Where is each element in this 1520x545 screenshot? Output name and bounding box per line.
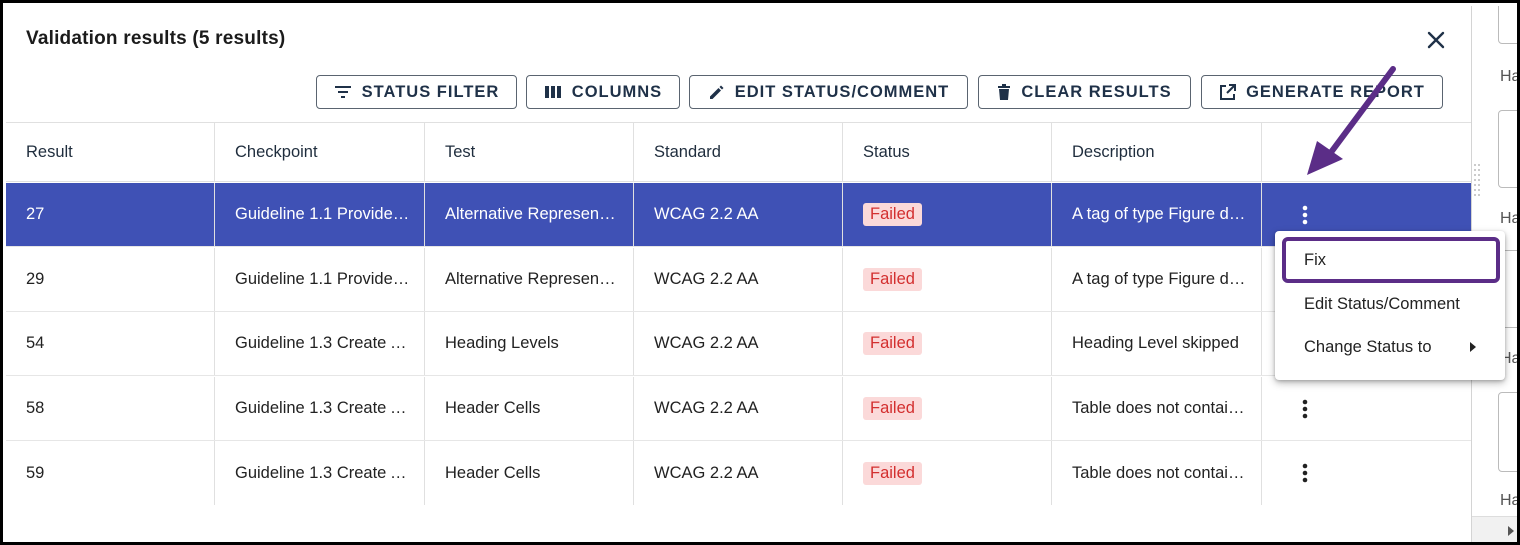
cell-standard: WCAG 2.2 AA [634,183,843,246]
trash-icon [998,83,1011,100]
filter-icon [334,86,351,98]
cell-description: Table does not contain header cells [1052,441,1262,505]
column-header-checkpoint[interactable]: Checkpoint [215,123,425,181]
row-context-menu: Fix Edit Status/Comment Change Status to [1275,231,1505,380]
menu-item-label: Edit Status/Comment [1304,294,1460,313]
column-header-actions [1262,123,1471,181]
cell-test: Header Cells [425,441,634,505]
cell-result: 54 [6,312,215,375]
panel-resize-handle[interactable] [1473,161,1481,201]
panel-field[interactable] [1498,392,1517,472]
cell-test: Header Cells [425,377,634,440]
cell-description: A tag of type Figure does not have alter… [1052,248,1262,311]
column-header-standard[interactable]: Standard [634,123,843,181]
status-filter-label: STATUS FILTER [361,82,500,101]
table-row[interactable]: 27 Guideline 1.1 Provide Text Alternativ… [6,183,1471,247]
columns-button[interactable]: COLUMNS [526,75,680,109]
screenshot-frame: Validation results (5 results) STATUS FI… [0,0,1520,545]
dialog-title: Validation results (5 results) [26,28,286,49]
more-vertical-icon [1302,463,1308,483]
clear-results-button[interactable]: CLEAR RESULTS [978,75,1191,109]
menu-item-label: Fix [1304,250,1326,269]
column-header-test[interactable]: Test [425,123,634,181]
column-header-description[interactable]: Description [1052,123,1262,181]
row-menu-button[interactable] [1290,200,1320,230]
cell-result: 27 [6,183,215,246]
cell-actions [1262,441,1471,505]
menu-item-fix[interactable]: Fix [1275,240,1505,280]
status-badge: Failed [863,461,922,485]
cell-result: 29 [6,248,215,311]
menu-item-label: Change Status to [1304,337,1432,356]
cell-actions [1262,377,1471,440]
cell-status: Failed [843,441,1052,505]
panel-field[interactable] [1498,6,1517,44]
close-icon [1427,31,1445,49]
pencil-icon [709,85,724,99]
columns-label: COLUMNS [571,82,663,101]
cell-description: A tag of type Figure does not have alter… [1052,183,1262,246]
status-badge: Failed [863,203,922,226]
more-vertical-icon [1302,399,1308,418]
cell-description: Heading Level skipped [1052,312,1262,375]
cell-checkpoint: Guideline 1.3 Create Adaptable Content [215,312,425,375]
cell-checkpoint: Guideline 1.3 Create Adaptable Content [215,441,425,505]
cell-description: Table does not contain header cells [1052,377,1262,440]
cell-checkpoint: Guideline 1.1 Provide Text Alternatives [215,248,425,311]
cell-status: Failed [843,248,1052,311]
row-menu-button[interactable] [1290,394,1320,424]
status-filter-button[interactable]: STATUS FILTER [316,75,517,109]
cell-status: Failed [843,377,1052,440]
close-button[interactable] [1422,26,1450,54]
cell-test: Alternative Representation [425,183,634,246]
columns-icon [544,86,561,98]
caret-right-icon [1470,342,1476,352]
cell-standard: WCAG 2.2 AA [634,441,843,505]
column-header-result[interactable]: Result [6,123,215,181]
table-row[interactable]: 54 Guideline 1.3 Create Adaptable Conten… [6,312,1471,376]
column-header-status[interactable]: Status [843,123,1052,181]
edit-status-comment-button[interactable]: EDIT STATUS/COMMENT [689,75,968,109]
cell-result: 59 [6,441,215,505]
cell-checkpoint: Guideline 1.3 Create Adaptable Content [215,377,425,440]
generate-report-label: GENERATE REPORT [1246,82,1425,101]
clear-results-label: CLEAR RESULTS [1021,82,1172,101]
generate-report-button[interactable]: GENERATE REPORT [1201,75,1443,109]
cell-standard: WCAG 2.2 AA [634,248,843,311]
cell-status: Failed [843,183,1052,246]
table-row[interactable]: 29 Guideline 1.1 Provide Text Alternativ… [6,248,1471,312]
menu-item-edit-status-comment[interactable]: Edit Status/Comment [1275,284,1505,324]
edit-status-comment-label: EDIT STATUS/COMMENT [734,82,950,101]
cell-result: 58 [6,377,215,440]
more-vertical-icon [1302,205,1308,224]
table-row[interactable]: 58 Guideline 1.3 Create Adaptable Conten… [6,377,1471,441]
scroll-right-icon [1508,526,1514,536]
cell-test: Alternative Representation [425,248,634,311]
menu-item-change-status[interactable]: Change Status to [1275,327,1505,367]
panel-field-label: Ha [1500,492,1520,509]
validation-results-dialog: Validation results (5 results) STATUS FI… [6,6,1471,542]
status-badge: Failed [863,268,922,291]
cell-test: Heading Levels [425,312,634,375]
open-in-new-icon [1220,83,1237,100]
row-menu-button[interactable] [1290,458,1320,488]
table-row[interactable]: 59 Guideline 1.3 Create Adaptable Conten… [6,441,1471,505]
cell-checkpoint: Guideline 1.1 Provide Text Alternatives [215,183,425,246]
cell-standard: WCAG 2.2 AA [634,312,843,375]
cell-status: Failed [843,312,1052,375]
horizontal-scrollbar[interactable] [1472,516,1517,542]
cell-standard: WCAG 2.2 AA [634,377,843,440]
panel-field-label: Ha [1500,210,1520,227]
status-badge: Failed [863,332,922,355]
panel-field-label: Ha [1500,68,1520,85]
table-header-row: Result Checkpoint Test Standard Status D… [6,122,1471,182]
panel-field[interactable] [1498,110,1517,188]
status-badge: Failed [863,397,922,420]
